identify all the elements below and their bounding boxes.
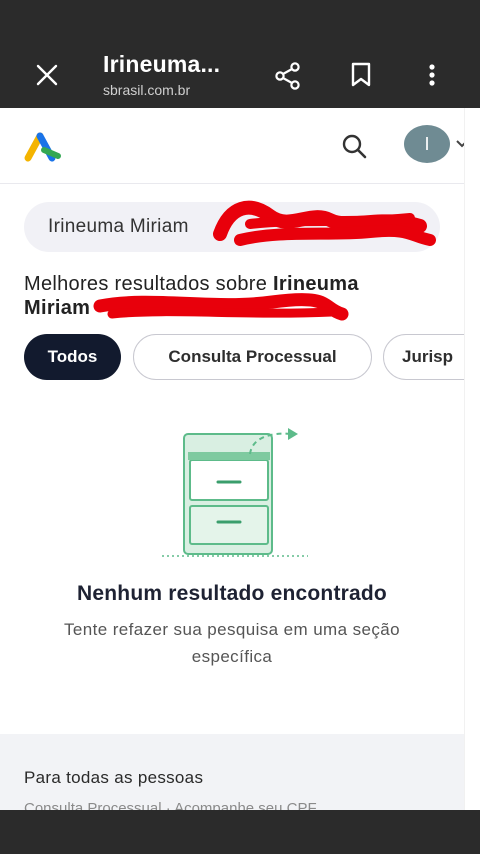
redaction-scribble bbox=[213, 200, 436, 246]
footer-links[interactable]: Consulta Processual · Acompanhe seu CPF bbox=[24, 800, 317, 810]
tab-title: Irineuma... bbox=[103, 51, 221, 77]
empty-state-description: Tente refazer sua pesquisa em uma seção … bbox=[64, 620, 400, 666]
search-query-text: Irineuma Miriam bbox=[48, 216, 189, 237]
empty-state-title: Nenhum resultado encontrado bbox=[77, 582, 387, 605]
search-icon[interactable] bbox=[338, 130, 372, 164]
chip-jurisprudencia[interactable]: Jurisp bbox=[383, 334, 464, 380]
redaction-scribble-heading bbox=[93, 293, 349, 321]
share-icon[interactable] bbox=[268, 56, 308, 96]
browser-toolbar: Irineuma... sbrasil.com.br bbox=[0, 0, 480, 108]
more-vert-icon[interactable] bbox=[416, 58, 448, 92]
site-header: I bbox=[0, 108, 468, 184]
chip-todos[interactable]: Todos bbox=[24, 334, 121, 380]
tab-url: sbrasil.com.br bbox=[103, 82, 191, 98]
close-icon[interactable] bbox=[30, 58, 64, 92]
empty-cabinet-illustration bbox=[162, 428, 308, 557]
results-name-line2: Miriam bbox=[24, 297, 91, 319]
avatar[interactable]: I bbox=[404, 125, 450, 163]
chip-consulta-processual[interactable]: Consulta Processual bbox=[133, 334, 372, 380]
scrollbar[interactable] bbox=[464, 108, 480, 810]
screen: Irineuma... sbrasil.com.br I Irineuma Mi… bbox=[0, 0, 480, 854]
filter-chips: Todos Consulta Processual Jurisp bbox=[24, 334, 464, 382]
logo-icon[interactable] bbox=[22, 128, 64, 164]
bookmark-icon[interactable] bbox=[344, 58, 378, 92]
footer-section: Para todas as pessoas Consulta Processua… bbox=[0, 734, 464, 810]
footer-title: Para todas as pessoas bbox=[24, 768, 204, 787]
web-page: I Irineuma Miriam Melhores resultados so… bbox=[0, 108, 480, 810]
system-bottom-bar bbox=[0, 810, 480, 854]
